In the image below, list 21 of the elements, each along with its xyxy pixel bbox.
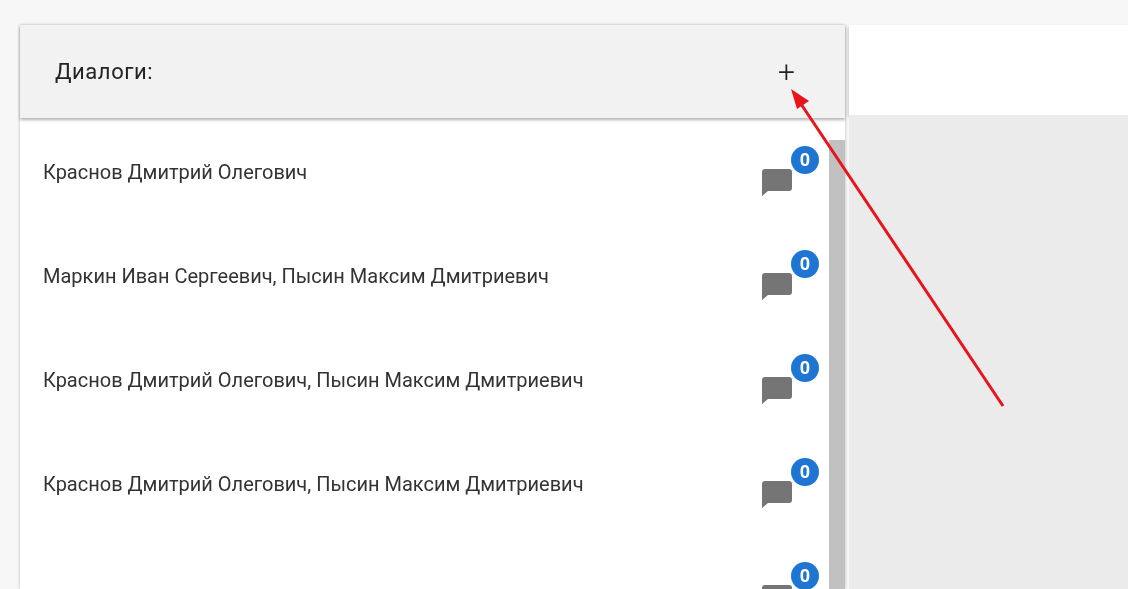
dialog-participants: Краснов Дмитрий Олегович: [43, 159, 308, 186]
unread-count-badge: 0: [791, 353, 819, 382]
unread-count-badge: 0: [791, 457, 819, 486]
add-button[interactable]: +: [778, 56, 795, 87]
dialog-item[interactable]: Маркин Иван Сергеевич, Пысин Максим Дмитриевич 0: [20, 224, 829, 328]
dialog-item[interactable]: Краснов Дмитрий Олегович, Пысин Максим Дмитриевич 0: [20, 328, 829, 432]
unread-count-badge: 0: [791, 145, 819, 174]
dialog-participants: Краснов Дмитрий Олегович, Пысин Максим Дмитриевич: [43, 471, 584, 498]
chat-bubble-icon: [762, 480, 792, 508]
unread-count-badge: 0: [791, 561, 819, 589]
dialog-participants: Краснов Дмитрий Олегович, Пысин Максим Дмитриевич: [43, 367, 584, 394]
dialog-item[interactable]: Краснов Дмитрий Олегович 0: [20, 120, 829, 224]
dialog-item[interactable]: 0: [20, 536, 829, 589]
unread-count-badge: 0: [791, 249, 819, 278]
dialog-item[interactable]: Краснов Дмитрий Олегович, Пысин Максим Дмитриевич 0: [20, 432, 829, 536]
dialog-participants: Маркин Иван Сергеевич, Пысин Максим Дмитриевич: [43, 263, 549, 290]
chat-bubble-icon: [762, 272, 792, 300]
panel-title: Диалоги:: [55, 58, 154, 86]
scrollbar[interactable]: [829, 140, 845, 589]
chat-bubble-icon: [762, 168, 792, 196]
chat-bubble-icon: [762, 376, 792, 404]
